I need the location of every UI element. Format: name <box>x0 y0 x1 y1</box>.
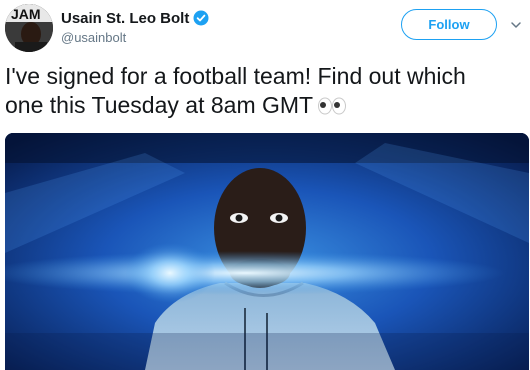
author-name-row[interactable]: Usain St. Leo Bolt <box>61 7 209 29</box>
svg-text:JAM: JAM <box>11 6 41 22</box>
tweet-text-line-2: one this Tuesday at 8am GMT <box>5 91 527 120</box>
tweet-media-video[interactable] <box>5 133 529 370</box>
tweet-text-line-2-text: one this Tuesday at 8am GMT <box>5 92 314 118</box>
tweet-card: JAM Usain St. Leo Bolt @usainbolt Follow… <box>0 0 530 370</box>
eyes-emoji-icon <box>317 97 347 115</box>
avatar[interactable]: JAM <box>5 4 53 52</box>
avatar-image: JAM <box>5 4 53 52</box>
video-thumbnail <box>5 133 529 370</box>
author-display-name[interactable]: Usain St. Leo Bolt <box>61 10 189 27</box>
author-handle[interactable]: @usainbolt <box>61 30 126 45</box>
chevron-down-icon[interactable] <box>509 18 523 32</box>
tweet-text-line-1: I've signed for a football team! Find ou… <box>5 63 466 89</box>
verified-badge-icon <box>193 10 209 26</box>
tweet-text: I've signed for a football team! Find ou… <box>5 62 527 120</box>
follow-button[interactable]: Follow <box>401 9 497 40</box>
